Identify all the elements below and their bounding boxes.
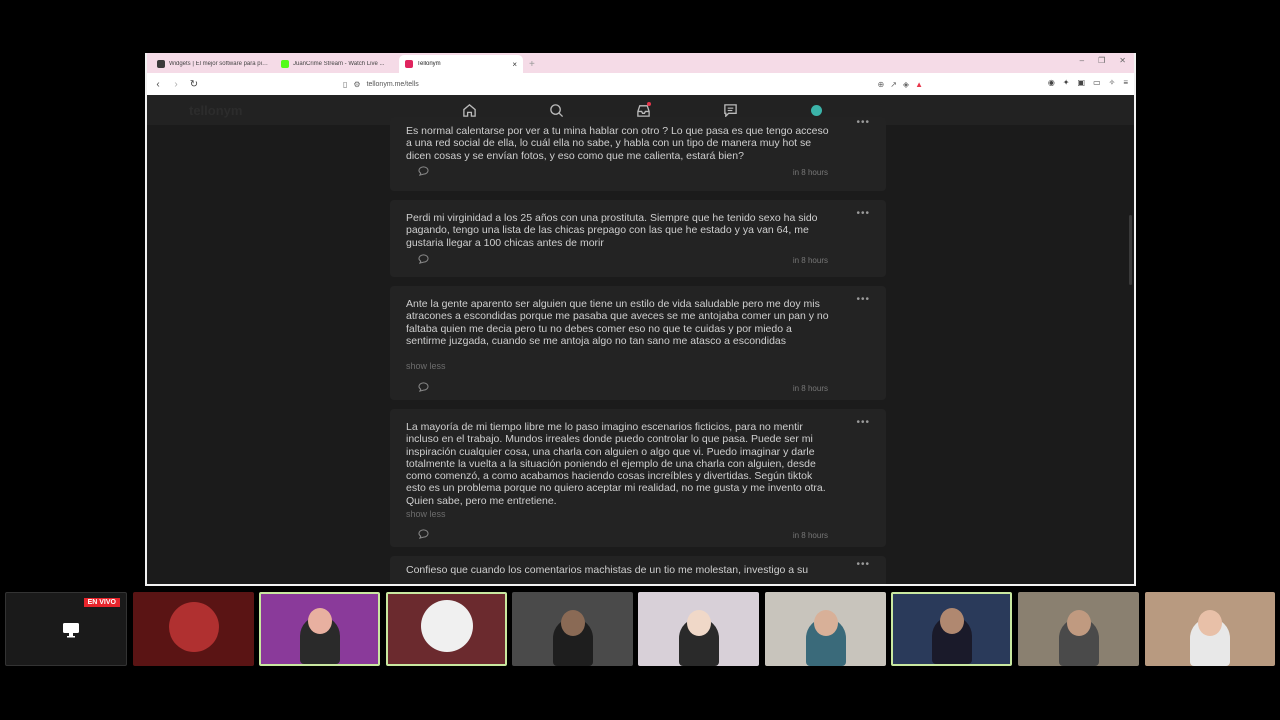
avatar xyxy=(420,600,473,652)
cam-participant xyxy=(259,592,380,666)
comment-icon[interactable] xyxy=(418,166,429,176)
new-tab-icon[interactable]: + xyxy=(529,59,535,70)
window-controls: – ❐ ✕ xyxy=(1080,56,1126,65)
inbox-icon[interactable] xyxy=(635,102,651,118)
tab-title: Tellonym xyxy=(417,61,441,67)
tell-card: ••• Perdi mi virginidad a los 25 años co… xyxy=(390,200,886,277)
wallet-icon[interactable]: ▭ xyxy=(1093,78,1101,87)
avatar xyxy=(307,608,332,634)
close-tab-icon[interactable]: × xyxy=(512,60,517,69)
alert-icon[interactable]: ▲ xyxy=(915,80,923,89)
comment-icon[interactable] xyxy=(418,254,429,264)
browser-window: Widgets | El mejor software para pintar.… xyxy=(145,53,1136,586)
tell-text: Perdi mi virginidad a los 25 años con un… xyxy=(406,212,818,249)
bookmark-icon[interactable]: ▯ xyxy=(343,80,347,89)
comment-icon[interactable] xyxy=(418,382,429,392)
tab-bar: Widgets | El mejor software para pintar.… xyxy=(147,53,1134,73)
toolbar-icons: ◉ ✦ ▣ ▭ ✧ ≡ xyxy=(1048,78,1128,87)
cam-participant xyxy=(512,592,633,666)
app-nav xyxy=(461,102,738,118)
ai-icon[interactable]: ✧ xyxy=(1109,78,1116,87)
more-options-icon[interactable]: ••• xyxy=(856,208,870,219)
tellonym-logo[interactable]: tellonym xyxy=(189,103,242,118)
tell-text: Ante la gente aparento ser alguien que t… xyxy=(406,298,829,347)
search-icon[interactable] xyxy=(548,102,564,118)
comment-icon[interactable] xyxy=(418,529,429,539)
puzzle-icon[interactable]: ✦ xyxy=(1063,78,1070,87)
back-icon[interactable]: ‹ xyxy=(153,79,163,90)
page-scrollbar[interactable] xyxy=(1129,215,1132,285)
tell-text: Confieso que cuando los comentarios mach… xyxy=(406,564,809,576)
minimize-icon[interactable]: – xyxy=(1080,56,1084,65)
url-field[interactable]: ▯ ⚙ tellonym.me/tells ⊕ ↗ ◈ ▲ xyxy=(343,76,923,92)
notification-dot xyxy=(647,102,651,106)
cam-participant xyxy=(765,592,886,666)
monitor-icon xyxy=(63,623,79,638)
cam-participant xyxy=(133,592,254,666)
avatar xyxy=(168,602,219,652)
site-settings-icon[interactable]: ⚙ xyxy=(353,80,360,89)
tell-time: in 8 hours xyxy=(792,531,828,540)
cam-screen-share: EN VIVO xyxy=(5,592,127,666)
avatar xyxy=(939,608,964,634)
avatar xyxy=(1066,610,1091,636)
tell-card: ••• La mayoría de mi tiempo libre me lo … xyxy=(390,409,886,547)
zoom-icon[interactable]: ⊕ xyxy=(878,80,885,89)
more-options-icon[interactable]: ••• xyxy=(856,294,870,305)
tell-time: in 8 hours xyxy=(792,384,828,393)
avatar xyxy=(813,610,838,636)
close-window-icon[interactable]: ✕ xyxy=(1119,56,1126,65)
tell-card: ••• Es normal calentarse por ver a tu mi… xyxy=(390,117,886,191)
extension-icon[interactable]: ◉ xyxy=(1048,78,1055,87)
cam-participant xyxy=(386,592,507,666)
tell-text: La mayoría de mi tiempo libre me lo paso… xyxy=(406,421,826,507)
tab-title: Widgets | El mejor software para pintar.… xyxy=(169,61,269,67)
avatar xyxy=(560,610,585,636)
reload-icon[interactable]: ↻ xyxy=(189,79,199,90)
tab-title: JuanCrime Stream - Watch Live ... xyxy=(293,61,385,67)
cam-participant xyxy=(638,592,759,666)
page-viewport: tellonym ••• Es normal calentarse por ve… xyxy=(147,95,1134,584)
home-icon[interactable] xyxy=(461,102,477,118)
maximize-icon[interactable]: ❐ xyxy=(1098,56,1105,65)
cam-participant xyxy=(1145,592,1275,666)
cam-participant xyxy=(891,592,1012,666)
cam-participant xyxy=(1018,592,1139,666)
tab-tellonym[interactable]: Tellonym × xyxy=(399,55,523,73)
widgets-favicon-icon xyxy=(157,60,165,68)
tell-time: in 8 hours xyxy=(792,256,828,265)
more-options-icon[interactable]: ••• xyxy=(856,559,870,570)
url-text: tellonym.me/tells xyxy=(366,80,419,88)
tell-text: Es normal calentarse por ver a tu mina h… xyxy=(406,125,829,162)
tab-widgets[interactable]: Widgets | El mejor software para pintar.… xyxy=(151,55,275,73)
tell-card: ••• Confieso que cuando los comentarios … xyxy=(390,556,886,584)
user-avatar[interactable] xyxy=(811,105,822,116)
tab-kick-stream[interactable]: JuanCrime Stream - Watch Live ... xyxy=(275,55,399,73)
kick-favicon-icon xyxy=(281,60,289,68)
share-icon[interactable]: ↗ xyxy=(890,80,897,89)
more-options-icon[interactable]: ••• xyxy=(856,117,870,128)
show-less-link[interactable]: show less xyxy=(406,509,446,519)
shield-icon[interactable]: ◈ xyxy=(903,80,909,89)
address-bar: ‹ › ↻ ▯ ⚙ tellonym.me/tells ⊕ ↗ ◈ ▲ ◉ ✦ … xyxy=(147,73,1134,95)
webcam-strip: EN VIVO xyxy=(0,592,1280,666)
show-less-link[interactable]: show less xyxy=(406,361,446,371)
tells-icon[interactable] xyxy=(722,102,738,118)
live-badge: EN VIVO xyxy=(83,598,120,607)
forward-icon[interactable]: › xyxy=(171,79,181,90)
avatar xyxy=(686,610,711,636)
menu-icon[interactable]: ≡ xyxy=(1123,78,1128,87)
sidebar-icon[interactable]: ▣ xyxy=(1078,78,1086,87)
tell-time: in 8 hours xyxy=(792,168,828,177)
tell-card: ••• Ante la gente aparento ser alguien q… xyxy=(390,286,886,400)
more-options-icon[interactable]: ••• xyxy=(856,417,870,428)
tellonym-favicon-icon xyxy=(405,60,413,68)
avatar xyxy=(1198,610,1222,636)
